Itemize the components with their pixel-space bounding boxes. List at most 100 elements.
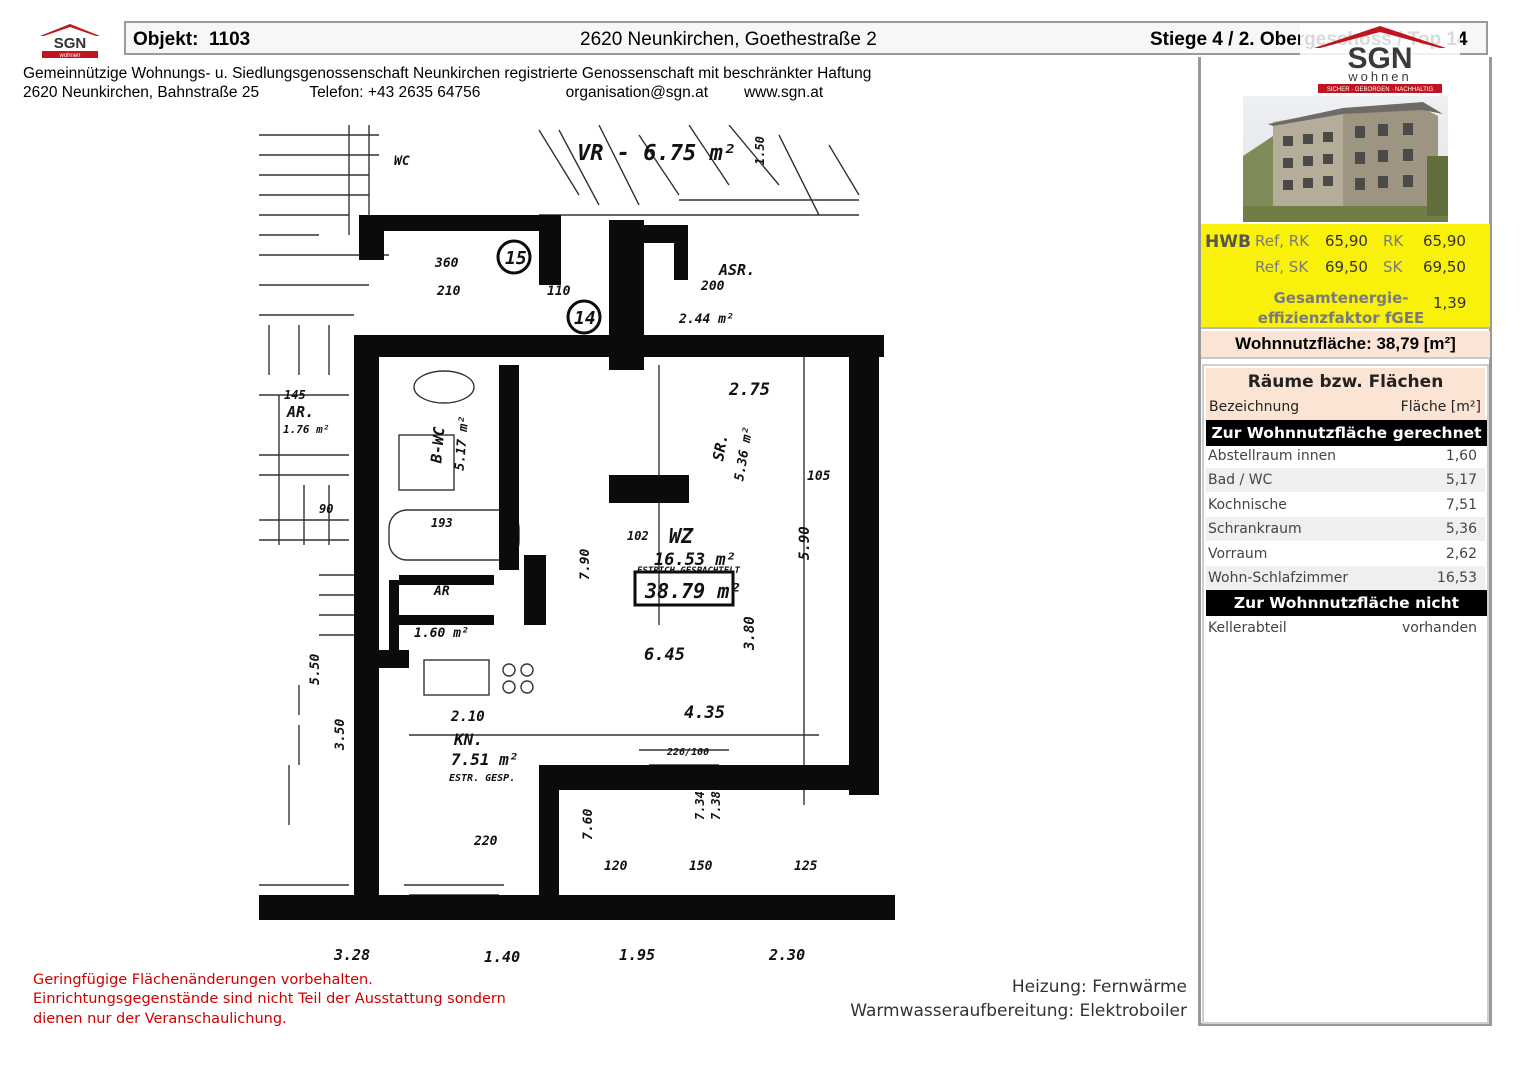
ref-sk-label: Ref, SK (1255, 258, 1309, 276)
col-header-area: Fläche [m²] (1400, 399, 1481, 415)
plan-label: 220 (473, 834, 498, 849)
plan-label: 226/100 (666, 747, 709, 758)
objekt-value: 1103 (209, 29, 251, 50)
room-area: 16,53 (1436, 570, 1477, 586)
org-phone: Telefon: +43 2635 64756 (309, 84, 481, 101)
ref-rk-label: Ref, RK (1255, 232, 1310, 250)
plan-label: 6.45 (644, 645, 685, 665)
org-name: Gemeinnützige Wohnungs- u. Siedlungsgeno… (23, 65, 872, 82)
plan-label: 7.38 (709, 791, 723, 820)
wohnnutzflaeche-total: Wohnnutzfläche: 38,79 [m²] (1201, 331, 1490, 359)
building-photo (1243, 96, 1448, 222)
table-row: Wohn-Schlafzimmer 16,53 (1206, 566, 1485, 590)
plan-label: ASR. (718, 261, 755, 279)
room-name: Kochnische (1208, 497, 1287, 513)
plan-label: 7.34 (693, 791, 707, 820)
org-street: 2620 Neunkirchen, Bahnstraße 25 (23, 84, 260, 101)
plan-label: 15 (505, 248, 527, 269)
property-address: 2620 Neunkirchen, Goethestraße 2 (580, 29, 877, 50)
fgee-value: 1,39 (1433, 294, 1467, 312)
heating-info: Heizung: Fernwärme (1011, 977, 1187, 997)
plan-label: 1.40 (484, 948, 520, 962)
plan-label: 200 (700, 279, 725, 294)
plan-label: 7.51 m² (451, 750, 518, 769)
logo-small-brand: SGN (54, 35, 87, 52)
plan-label: 3.80 (742, 616, 758, 651)
disclaimer-line-1: Geringfügige Flächenänderungen vorbehalt… (33, 972, 373, 988)
plan-label: 1.50 (753, 136, 767, 165)
energy-certificate-box: HWB Ref, RK 65,90 RK 65,90 Ref, SK 69,50… (1201, 224, 1490, 329)
plan-label: KN. (453, 730, 483, 749)
room-area: 2,62 (1445, 546, 1477, 562)
room-area: 7,51 (1445, 497, 1477, 513)
col-header-name: Bezeichnung (1209, 399, 1300, 415)
plan-label: 193 (431, 516, 453, 530)
fgee-label-line1: Gesamtenergie- (1273, 289, 1409, 307)
section-not-counted: Zur Wohnnutzfläche nicht gerechnet (1206, 590, 1487, 638)
sk-value: 69,50 (1423, 258, 1466, 276)
plan-label: 2.10 (450, 709, 485, 725)
plan-label: ESTRICH GESPACHTELT (637, 566, 741, 576)
room-area: vorhanden (1401, 620, 1477, 636)
fgee-label-line2: effizienzfaktor fGEE (1257, 309, 1425, 327)
plan-label: ESTR. GESP. (449, 773, 515, 784)
plan-label: 2.75 (728, 380, 770, 400)
org-email[interactable]: organisation@sgn.at (566, 84, 740, 102)
sgn-logo-small: SGN wohnen (40, 24, 100, 59)
objekt-number: Objekt: 1103 (133, 29, 250, 51)
org-contact: 2620 Neunkirchen, Bahnstraße 25 Telefon:… (23, 84, 823, 102)
rk-value: 65,90 (1423, 232, 1466, 250)
plan-label: 1.95 (619, 946, 655, 962)
disclaimer-line-2: Einrichtungsgegenstände sind nicht Teil … (33, 991, 506, 1007)
room-name: Wohn-Schlafzimmer (1208, 570, 1349, 586)
plan-label: 102 (627, 529, 649, 543)
rooms-title: Räume bzw. Flächen (1247, 372, 1444, 392)
ref-sk-value: 69,50 (1325, 258, 1368, 276)
org-web[interactable]: www.sgn.at (744, 84, 823, 102)
plan-label: 105 (807, 469, 831, 484)
floor-plan: VR - 6.75 m² WC ASR. 15 14 2.44 m² AR. 1… (259, 125, 895, 962)
plan-label: 360 (434, 256, 459, 271)
table-row: Kochnische 7,51 (1206, 493, 1485, 517)
plan-label: B-WC (427, 426, 448, 465)
room-area: 1,60 (1445, 448, 1477, 464)
room-name: Schrankraum (1208, 521, 1302, 537)
plan-label: 1.60 m² (414, 626, 469, 641)
rooms-table-header: Räume bzw. Flächen Bezeichnung Fläche [m… (1206, 368, 1485, 420)
room-name: Kellerabteil (1208, 620, 1287, 636)
plan-label: 14 (574, 308, 596, 329)
rooms-table: Räume bzw. Flächen Bezeichnung Fläche [m… (1202, 364, 1489, 1024)
room-area: 5,36 (1445, 521, 1477, 537)
room-name: Bad / WC (1208, 472, 1273, 488)
plan-label: 150 (689, 859, 713, 874)
logo-large-sub: wohnen (1347, 69, 1412, 84)
objekt-label: Objekt: (133, 29, 199, 50)
room-area: 5,17 (1445, 472, 1477, 488)
plan-label: 90 (319, 502, 333, 516)
plan-label: 4.35 (684, 703, 725, 723)
plan-label: 7.90 (578, 549, 593, 580)
plan-label: WZ (669, 524, 694, 548)
plan-label: VR - 6.75 m² (577, 141, 736, 166)
plan-label: 120 (604, 859, 628, 874)
table-row: Bad / WC 5,17 (1206, 468, 1485, 492)
table-row: Abstellraum innen 1,60 (1206, 444, 1485, 468)
plan-label: 3.50 (333, 719, 348, 751)
sgn-logo-large: SGN wohnen SICHER · GEBORGEN · NACHHALTI… (1300, 24, 1460, 96)
plan-label: 110 (547, 284, 571, 299)
plan-label: 2.44 m² (678, 312, 734, 327)
fgee-label: Gesamtenergie- effizienzfaktor fGEE (1241, 288, 1441, 328)
plan-label: AR. (286, 403, 314, 421)
disclaimer-line-3: dienen nur der Veranschaulichung. (33, 1011, 287, 1027)
plan-label: 38.79 m² (644, 579, 741, 603)
plan-label: 3.28 (333, 946, 370, 962)
table-row: Vorraum 2,62 (1206, 542, 1485, 566)
room-name: Vorraum (1208, 546, 1268, 562)
plan-label: 125 (794, 859, 818, 874)
logo-small-sub: wohnen (58, 53, 80, 59)
rk-label: RK (1383, 232, 1404, 250)
plan-label: 210 (436, 284, 461, 299)
plan-label: 145 (284, 388, 306, 402)
plan-label: WC (394, 154, 410, 169)
plan-label: AR (433, 584, 450, 599)
